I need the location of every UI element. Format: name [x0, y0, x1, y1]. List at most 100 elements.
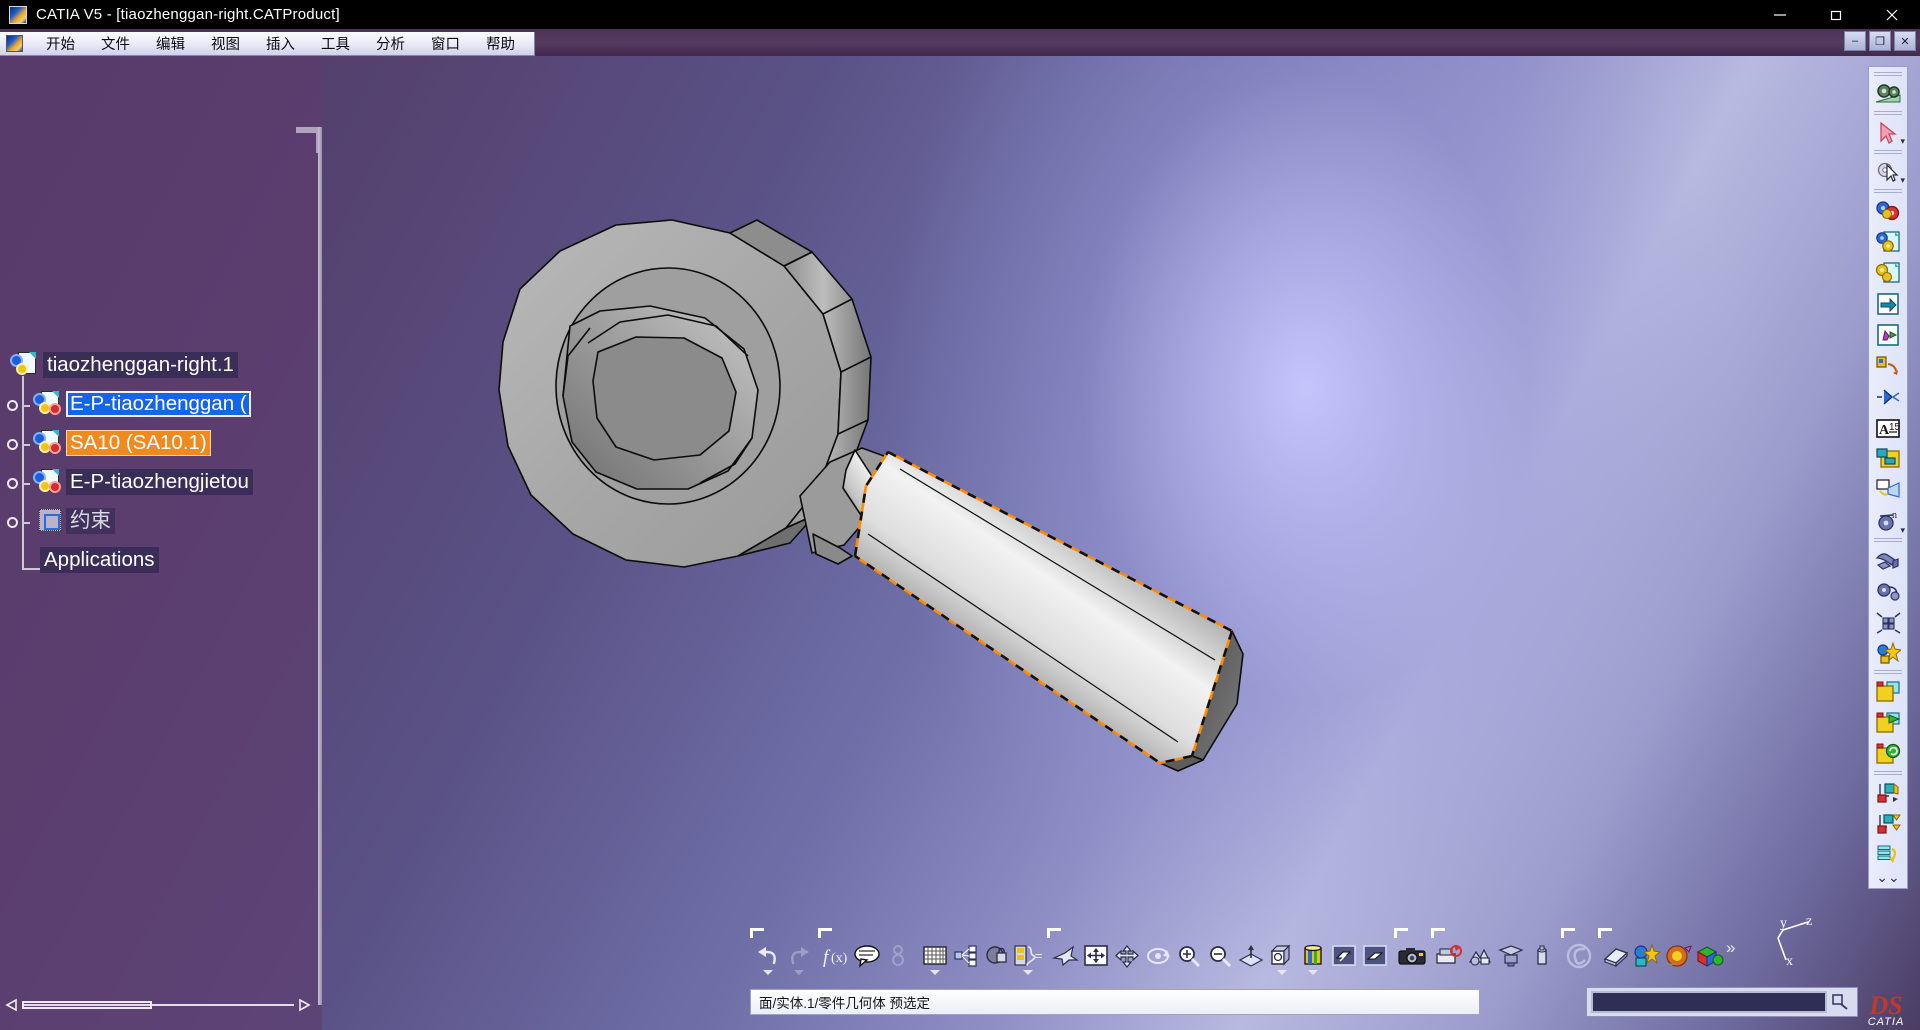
replace-component-icon[interactable]: [1869, 350, 1907, 381]
toolbar-grip[interactable]: [818, 928, 832, 938]
design-table-icon[interactable]: [882, 938, 913, 974]
normal-view-icon[interactable]: [1235, 938, 1266, 974]
apply-material-icon[interactable]: [1693, 938, 1724, 974]
specification-tree-panel[interactable]: tiaozhenggan-right.1 E-P-tiaozhenggan (: [0, 56, 322, 1030]
insert-new-part-icon[interactable]: [1869, 257, 1907, 288]
parameters-icon[interactable]: =: [1012, 938, 1043, 975]
workbench-icon[interactable]: [1869, 78, 1907, 109]
menu-analyze[interactable]: 分析: [363, 31, 418, 56]
menu-file[interactable]: 文件: [88, 31, 143, 56]
dropdown-caret[interactable]: [1022, 970, 1033, 975]
dropdown-caret[interactable]: [762, 970, 773, 975]
maximize-icon[interactable]: [1808, 0, 1864, 29]
grid-icon[interactable]: [919, 938, 950, 975]
menu-help[interactable]: 帮助: [473, 31, 528, 56]
dropdown-caret[interactable]: [793, 970, 804, 975]
constraint-create-icon[interactable]: [1869, 777, 1907, 808]
tree-node-part-tiaozhengjietou[interactable]: E-P-tiaozhengjietou: [33, 466, 253, 498]
mdi-minimize-icon[interactable]: –: [1844, 31, 1866, 51]
constraint-fix-icon[interactable]: [1869, 808, 1907, 839]
insert-existing-component-icon[interactable]: [1869, 226, 1907, 257]
zoom-out-icon[interactable]: [1204, 938, 1235, 974]
tree-expand-toggle-3[interactable]: [7, 478, 18, 489]
enhanced-scene-icon[interactable]: [1464, 938, 1495, 974]
generate-numbering-icon[interactable]: A 15: [1869, 412, 1907, 443]
menu-start[interactable]: 开始: [33, 31, 88, 56]
render-style-icon[interactable]: [1297, 938, 1328, 975]
tree-expand-toggle-2[interactable]: [7, 439, 18, 450]
toolbar-overflow-chevron[interactable]: »: [1726, 938, 1735, 958]
depth-effect-icon[interactable]: [1495, 938, 1526, 974]
formula-icon[interactable]: f (x): [820, 938, 851, 974]
fly-mode-icon[interactable]: [1049, 938, 1080, 974]
minimize-icon[interactable]: [1752, 0, 1808, 29]
tree-node-product-root[interactable]: tiaozhenggan-right.1: [10, 349, 238, 381]
menu-window[interactable]: 窗口: [418, 31, 473, 56]
mdi-restore-icon[interactable]: ❐: [1869, 31, 1891, 51]
clash-detection-icon[interactable]: [1869, 637, 1907, 668]
explode-icon[interactable]: [1869, 606, 1907, 637]
toolbar-grip[interactable]: [1561, 928, 1575, 938]
lock-icon[interactable]: [981, 938, 1012, 974]
pan-icon[interactable]: [1111, 938, 1142, 974]
manage-representations-icon[interactable]: [1869, 474, 1907, 505]
redo-icon[interactable]: [783, 938, 814, 975]
toolbar-grip[interactable]: [1598, 928, 1612, 938]
rotate-icon[interactable]: [1142, 938, 1173, 974]
select-arrow-icon[interactable]: ▾: [1869, 117, 1907, 148]
scene-new-icon[interactable]: [1869, 676, 1907, 707]
simulation-icon[interactable]: [1433, 938, 1464, 974]
update-all-icon[interactable]: [1869, 195, 1907, 226]
manipulation-icon[interactable]: [1869, 575, 1907, 606]
catia-menu-icon[interactable]: [6, 35, 23, 52]
tree-expand-toggle-1[interactable]: [7, 400, 18, 411]
dropdown-caret[interactable]: [1276, 970, 1287, 975]
dropdown-caret[interactable]: [929, 970, 940, 975]
graph-tree-reorder-icon[interactable]: [1869, 381, 1907, 412]
publication-icon[interactable]: [950, 938, 981, 974]
select-with-gear-icon[interactable]: ▾: [1869, 156, 1907, 187]
tree-node-part-tiaozhenggan[interactable]: E-P-tiaozhenggan (: [33, 388, 251, 420]
insert-new-product-icon[interactable]: [1869, 288, 1907, 319]
dmu-navigator-icon[interactable]: [1563, 938, 1594, 974]
catalog-browser-icon[interactable]: [1600, 938, 1631, 974]
constraint-reorder-icon[interactable]: [1869, 839, 1907, 870]
menu-tools[interactable]: 工具: [308, 31, 363, 56]
insert-new-component-icon[interactable]: [1869, 319, 1907, 350]
swap-visible-space-icon[interactable]: [1359, 938, 1390, 974]
toolbar-grip[interactable]: [750, 928, 764, 938]
fit-all-in-icon[interactable]: [1080, 938, 1111, 974]
sectioning-icon[interactable]: [1662, 938, 1693, 974]
menu-edit[interactable]: 编辑: [143, 31, 198, 56]
toolbar-overflow-icon[interactable]: ⌄⌄: [1869, 870, 1907, 886]
dropdown-caret[interactable]: [1307, 970, 1318, 975]
mdi-close-icon[interactable]: ✕: [1894, 31, 1916, 51]
zoom-in-icon[interactable]: [1173, 938, 1204, 974]
toolbar-grip[interactable]: [1431, 928, 1445, 938]
snap-icon[interactable]: [1869, 544, 1907, 575]
toolbar-grip[interactable]: [1394, 928, 1408, 938]
power-input[interactable]: [1586, 987, 1858, 1017]
tree-expand-toggle-4[interactable]: [7, 517, 18, 528]
view-orientation-icon[interactable]: [1266, 938, 1297, 975]
toolbar-grip[interactable]: [1047, 928, 1061, 938]
tree-node-applications[interactable]: Applications: [40, 544, 159, 576]
tree-node-constraints[interactable]: 约束: [33, 505, 115, 537]
menu-insert[interactable]: 插入: [253, 31, 308, 56]
power-input-field[interactable]: [1591, 991, 1827, 1013]
assembly-design-toolbar[interactable]: ▾ ▾ A 15 n ▾ ⌄⌄: [1868, 66, 1908, 889]
ground-cylinder-icon[interactable]: [1526, 938, 1557, 974]
comment-icon[interactable]: [851, 938, 882, 974]
selective-load-icon[interactable]: [1869, 443, 1907, 474]
clash-analysis-icon[interactable]: [1631, 938, 1662, 974]
camera-icon[interactable]: [1396, 938, 1427, 974]
menu-view[interactable]: 视图: [198, 31, 253, 56]
tree-node-part-sa10[interactable]: SA10 (SA10.1): [33, 427, 211, 459]
scene-update-icon[interactable]: [1869, 738, 1907, 769]
power-input-search-icon[interactable]: [1827, 991, 1853, 1013]
undo-icon[interactable]: [752, 938, 783, 975]
hide-show-icon[interactable]: [1328, 938, 1359, 974]
scene-apply-icon[interactable]: [1869, 707, 1907, 738]
multi-instantiation-icon[interactable]: n ▾: [1869, 505, 1907, 536]
close-icon[interactable]: [1864, 0, 1920, 29]
